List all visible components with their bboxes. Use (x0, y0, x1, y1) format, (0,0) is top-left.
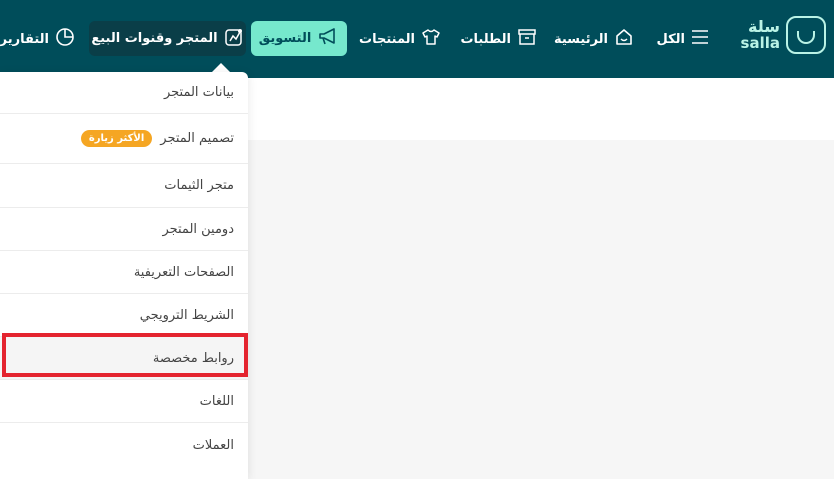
nav-marketing-label: التسويق (258, 31, 312, 46)
menu-item-store-domain[interactable]: دومين المتجر (0, 208, 248, 251)
nav-home-label: الرئيسية (553, 31, 608, 47)
salla-logo[interactable]: سلة salla (741, 16, 826, 54)
menu-item-label: الصفحات التعريفية (133, 264, 234, 280)
nav-all[interactable]: الكل (656, 24, 709, 54)
menu-item-label: متجر الثيمات (164, 178, 234, 193)
menu-item-label: اللغات (199, 393, 234, 409)
orders-icon (517, 28, 537, 50)
nav-orders-label: الطلبات (460, 31, 511, 47)
menu-item-info-pages[interactable]: الصفحات التعريفية (0, 251, 248, 294)
menu-item-label: العملات (192, 437, 234, 453)
nav-reports[interactable]: التقارير (0, 24, 75, 54)
menu-item-store-data[interactable]: بيانات المتجر (0, 72, 248, 114)
most-visited-badge: الأكثر زيارة (80, 130, 153, 147)
menu-item-label: بيانات المتجر (163, 85, 234, 100)
nav-marketing[interactable]: التسويق (251, 21, 347, 56)
nav-products-label: المنتجات (359, 31, 415, 47)
menu-item-promo-bar[interactable]: الشريط الترويجي (0, 294, 248, 337)
menu-item-themes-store[interactable]: متجر الثيمات (0, 164, 248, 208)
store-icon (224, 27, 244, 51)
home-icon (614, 27, 634, 51)
nav-all-label: الكل (656, 31, 685, 47)
logo-name-ar: سلة (748, 17, 780, 36)
menu-item-label: الشريط الترويجي (139, 307, 234, 323)
menu-item-label: دومين المتجر (162, 221, 234, 237)
nav-home[interactable]: الرئيسية (554, 24, 634, 54)
highlight-box (2, 333, 248, 377)
logo-text: سلة salla (741, 19, 780, 51)
store-dropdown-menu: بيانات المتجر تصميم المتجر الأكثر زيارة … (0, 72, 248, 479)
nav-products[interactable]: المنتجات (359, 24, 441, 54)
nav-orders[interactable]: الطلبات (460, 24, 537, 54)
pie-chart-icon (55, 27, 75, 51)
top-navigation-bar: سلة salla الكل الرئيسية الطلبات المنتجات… (0, 0, 834, 78)
shirt-icon (421, 28, 441, 50)
logo-name-en: salla (740, 34, 780, 52)
nav-store[interactable]: المتجر وقنوات البيع (89, 21, 246, 56)
menu-item-label: تصميم المتجر (160, 131, 234, 146)
nav-reports-label: التقارير (0, 31, 49, 47)
nav-store-label: المتجر وقنوات البيع (91, 31, 218, 46)
salla-logo-icon (786, 16, 826, 54)
megaphone-icon (317, 27, 339, 51)
menu-item-languages[interactable]: اللغات (0, 380, 248, 423)
menu-item-store-design[interactable]: تصميم المتجر الأكثر زيارة (0, 114, 248, 164)
menu-icon (691, 29, 709, 49)
menu-item-currencies[interactable]: العملات (0, 423, 248, 467)
